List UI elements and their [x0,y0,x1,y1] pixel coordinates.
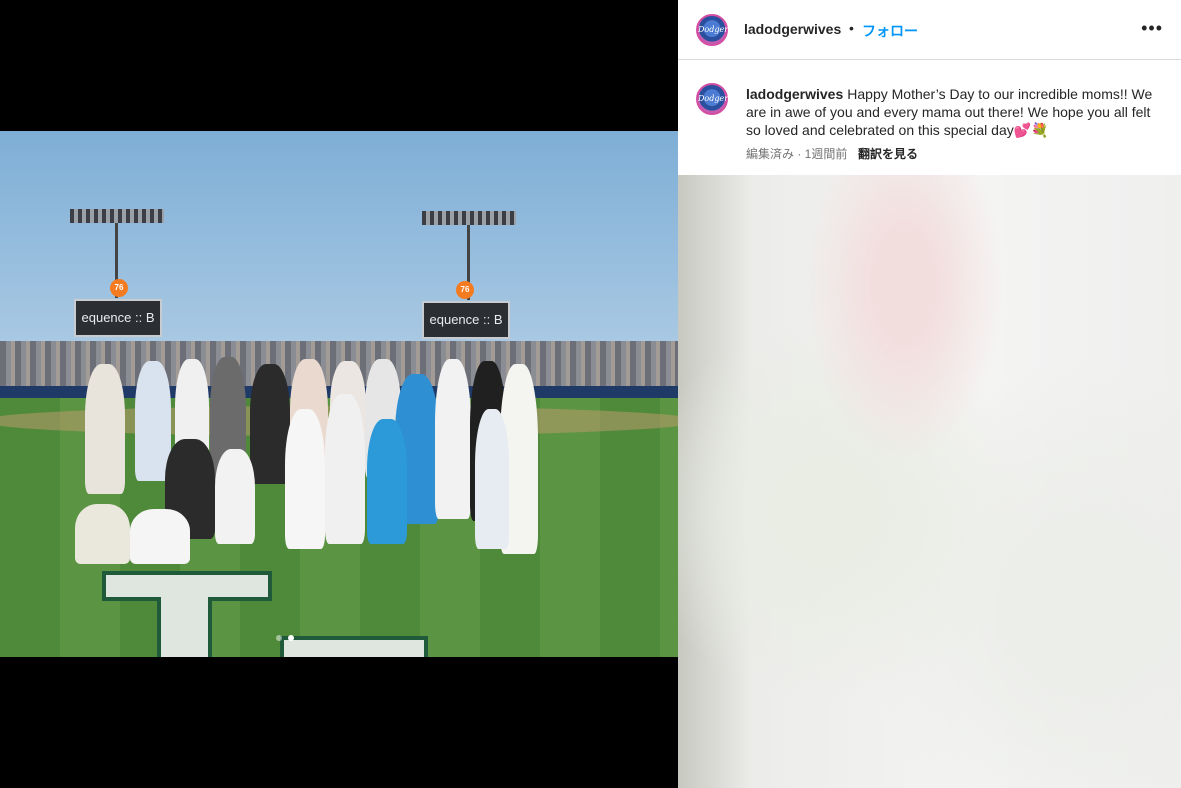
blurred-comments-area [678,175,1181,788]
light-tower-right [422,211,516,225]
person [215,449,255,544]
person [85,364,125,494]
person [367,419,407,544]
caption-meta: 編集済み · 1週間前 [746,147,848,161]
caption-text: ladodgerwives Happy Mother’s Day to our i… [746,85,1168,139]
caption-avatar[interactable]: Dodgers [696,83,733,115]
person [435,359,471,519]
follow-button[interactable]: フォロー [862,21,918,41]
avatar-logo: Dodgers [698,94,733,103]
media-pane: 76 76 equence :: B equence :: B [0,0,678,788]
person [75,504,130,564]
scoreboard-right: equence :: B [422,301,510,339]
field-logo-t-stem [157,597,212,657]
translate-button[interactable]: 翻訳を見る [858,145,918,162]
person [250,364,290,484]
avatar[interactable]: Dodgers [696,14,733,46]
gas-station-badge-right: 76 [456,281,474,299]
username-link[interactable]: ladodgerwives [744,21,841,37]
app-root: 76 76 equence :: B equence :: B Dodgers … [0,0,1181,788]
caption-username-link[interactable]: ladodgerwives [746,86,843,102]
post-header: Dodgers ladodgerwives • フォロー ••• [678,0,1181,60]
avatar-logo: Dodgers [698,25,733,34]
group-of-people [75,349,545,564]
field-logo-d [280,636,428,657]
more-options-icon[interactable]: ••• [1141,18,1163,39]
caption-block: Dodgers ladodgerwives Happy Mother’s Day … [678,61,1181,175]
carousel-dots [276,635,294,641]
person [325,394,365,544]
light-tower-left [70,209,164,223]
separator-dot: • [849,20,854,36]
gas-station-badge-left: 76 [110,279,128,297]
carousel-dot[interactable] [276,635,282,641]
post-sidebar: Dodgers ladodgerwives • フォロー ••• Dodgers… [678,0,1181,788]
person [130,509,190,564]
person [285,409,325,549]
field-logo-t [102,571,272,657]
scoreboard-left: equence :: B [74,299,162,337]
person [475,409,509,549]
post-photo[interactable]: 76 76 equence :: B equence :: B [0,131,678,657]
carousel-dot-active[interactable] [288,635,294,641]
